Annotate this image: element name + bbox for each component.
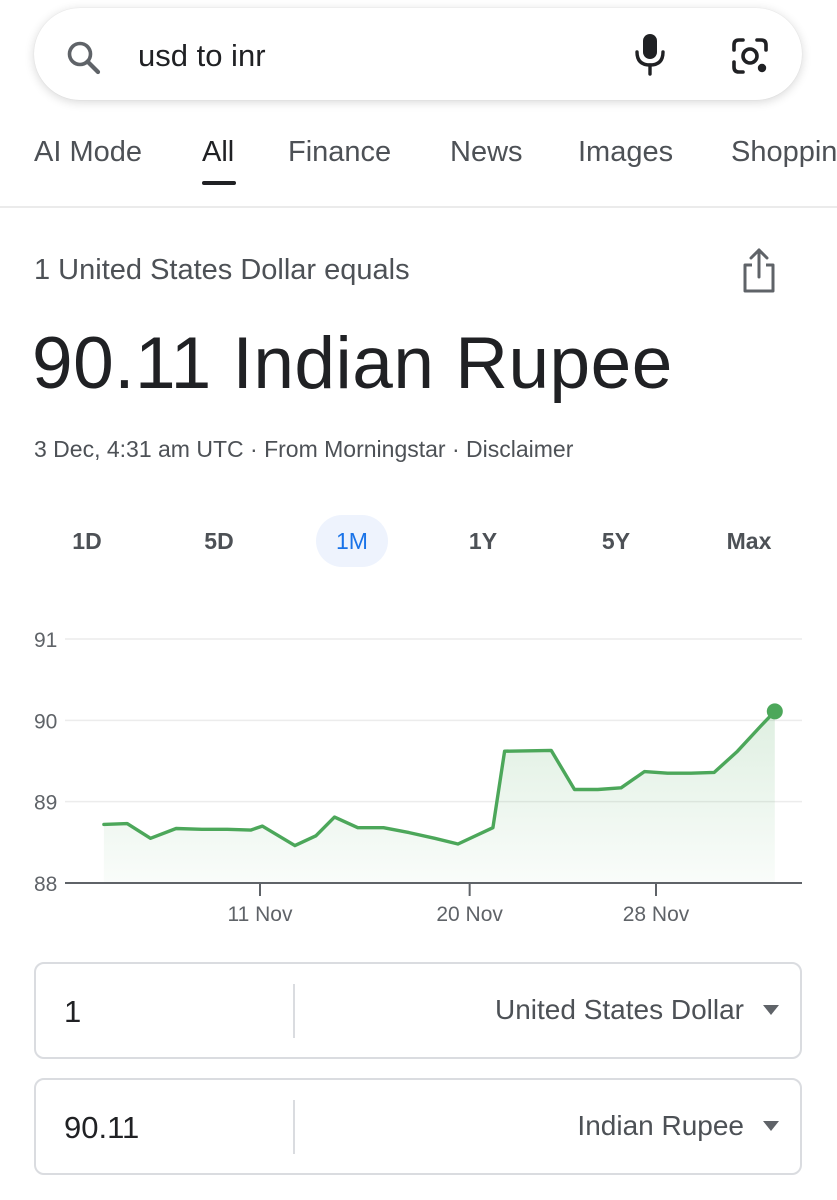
mic-icon[interactable] [630, 30, 670, 78]
tab-finance[interactable]: Finance [288, 136, 391, 169]
search-bar[interactable]: usd to inr [34, 8, 802, 100]
separator: · [250, 436, 258, 462]
exchange-rate-chart[interactable]: 91 90 89 88 11 Nov 20 Nov 28 Nov [0, 615, 837, 935]
range-1y-button[interactable]: 1Y [453, 515, 513, 567]
tab-images[interactable]: Images [578, 136, 673, 169]
to-amount-input[interactable]: 90.11 [64, 1110, 139, 1146]
dropdown-arrow-icon[interactable] [762, 1120, 780, 1132]
divider [293, 984, 295, 1038]
chart-x-tick-label: 11 Nov [228, 903, 293, 926]
active-tab-indicator [202, 181, 236, 185]
search-input[interactable]: usd to inr [138, 38, 266, 74]
to-currency-row: 90.11 Indian Rupee [34, 1078, 802, 1175]
chart-y-tick-label: 91 [34, 629, 57, 652]
chart-x-tick-label: 20 Nov [436, 903, 503, 926]
from-currency-select[interactable]: United States Dollar [495, 994, 744, 1026]
tab-all[interactable]: All [202, 136, 234, 169]
chart-current-point [766, 703, 783, 720]
separator: · [451, 436, 460, 462]
equals-text: 1 United States Dollar equals [34, 254, 410, 286]
tab-shopping[interactable]: Shoppin [731, 136, 837, 169]
range-1d-button[interactable]: 1D [57, 515, 117, 567]
divider [293, 1100, 295, 1154]
chart-x-tick-label: 28 Nov [623, 903, 690, 926]
range-5y-button[interactable]: 5Y [586, 515, 646, 567]
page: usd to inr AI Mode All Finance News Imag… [0, 0, 837, 1200]
range-max-button[interactable]: Max [714, 515, 784, 567]
chart-y-tick-label: 89 [34, 792, 57, 815]
tab-news[interactable]: News [450, 136, 523, 169]
from-currency-row: 1 United States Dollar [34, 962, 802, 1059]
from-amount-input[interactable]: 1 [64, 994, 81, 1030]
source-text: From Morningstar [264, 436, 446, 462]
search-tabs: AI Mode All Finance News Images Shoppin [0, 130, 837, 208]
camera-lens-icon[interactable] [726, 32, 774, 80]
chart-y-tick-label: 90 [34, 710, 57, 733]
share-icon[interactable] [740, 246, 778, 296]
dropdown-arrow-icon[interactable] [762, 1004, 780, 1016]
rate-meta: 3 Dec, 4:31 am UTC · From Morningstar · … [34, 436, 573, 463]
rate-timestamp: 3 Dec, 4:31 am UTC [34, 436, 244, 462]
conversion-result: 90.11 Indian Rupee [32, 323, 673, 404]
disclaimer-link[interactable]: Disclaimer [466, 436, 573, 462]
range-1m-button[interactable]: 1M [316, 515, 388, 567]
range-5d-button[interactable]: 5D [189, 515, 249, 567]
chart-y-tick-label: 88 [34, 873, 57, 896]
tab-ai-mode[interactable]: AI Mode [34, 136, 142, 169]
search-icon[interactable] [64, 38, 104, 78]
to-currency-select[interactable]: Indian Rupee [577, 1110, 744, 1142]
chart-area-fill [103, 711, 775, 883]
